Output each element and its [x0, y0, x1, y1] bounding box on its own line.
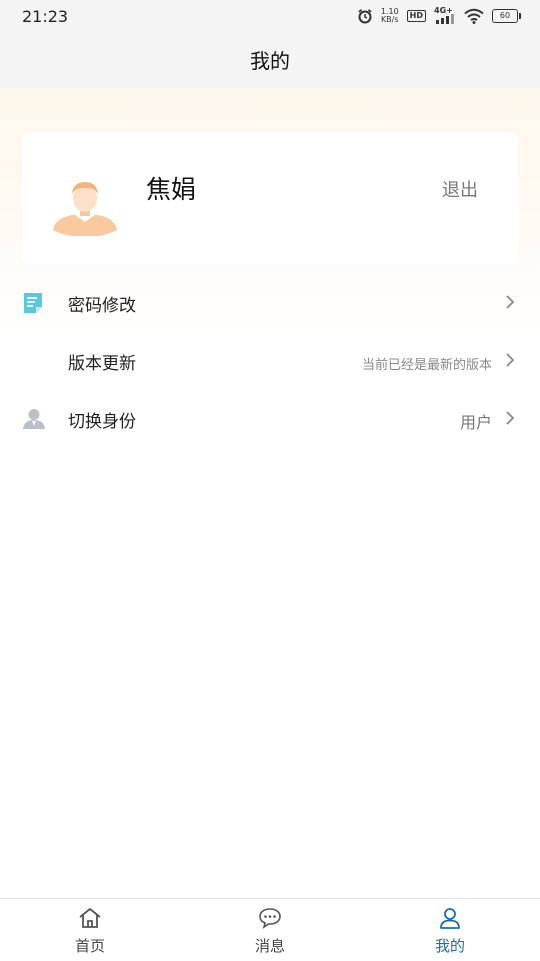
settings-menu: 密码修改 版本更新 当前已经是最新的版本 切换身份 用户: [0, 273, 540, 447]
menu-item-version-update[interactable]: 版本更新 当前已经是最新的版本: [0, 331, 540, 389]
message-icon: [259, 908, 281, 929]
hd-badge: HD: [406, 10, 426, 22]
tab-messages[interactable]: 消息: [180, 899, 360, 961]
avatar: [53, 182, 117, 236]
wifi-icon: [464, 8, 484, 24]
bottom-tab-bar: 首页 消息 我的: [0, 898, 540, 961]
version-status-text: 当前已经是最新的版本: [361, 358, 492, 373]
document-icon: [24, 293, 42, 313]
chevron-right-icon: [506, 411, 515, 425]
profile-icon: [440, 908, 460, 929]
page-title: 我的: [0, 34, 540, 88]
tab-label: 我的: [434, 937, 465, 955]
battery-icon: 60: [492, 9, 521, 23]
tab-home[interactable]: 首页: [0, 899, 180, 961]
menu-item-label: 密码修改: [68, 296, 136, 316]
network-speed: 1.10 KB/s: [380, 7, 399, 24]
chevron-right-icon: [506, 353, 515, 367]
status-bar: 21:23 1.10 KB/s HD 4G+ 60: [0, 0, 540, 34]
profile-card: 焦娟 退出: [22, 132, 518, 264]
menu-item-label: 切换身份: [68, 412, 136, 432]
tab-label: 首页: [74, 937, 105, 955]
person-icon: [23, 409, 45, 429]
logout-button[interactable]: 退出: [442, 176, 478, 202]
tab-profile[interactable]: 我的: [360, 899, 540, 961]
menu-item-change-password[interactable]: 密码修改: [0, 273, 540, 331]
current-identity-value: 用户: [459, 413, 492, 432]
home-icon: [79, 908, 101, 928]
menu-item-switch-identity[interactable]: 切换身份 用户: [0, 389, 540, 447]
status-time: 21:23: [22, 7, 69, 26]
cellular-signal-icon: 4G+: [434, 6, 456, 24]
tab-label: 消息: [254, 937, 285, 955]
user-name: 焦娟: [146, 175, 197, 204]
chevron-right-icon: [506, 295, 515, 309]
status-icons: 1.10 KB/s HD 4G+ 60: [357, 6, 521, 24]
alarm-clock-icon: [358, 9, 372, 24]
menu-item-label: 版本更新: [68, 354, 136, 374]
